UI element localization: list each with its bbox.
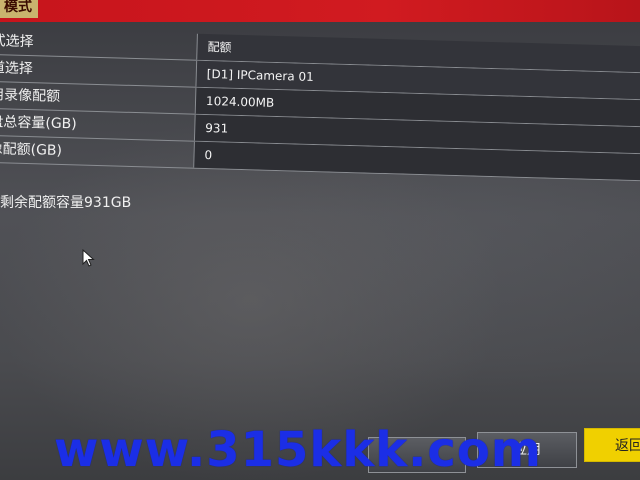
- title-bar: 模式: [0, 0, 640, 22]
- dvr-screen: 模式 式选择 配额 道选择 [D1] IPCamera 01 用录像配额 102…: [0, 0, 640, 480]
- total-capacity-label: 盘总容量(GB): [0, 113, 77, 133]
- mouse-cursor-icon: [82, 249, 95, 267]
- channel-select-label: 道选择: [0, 59, 34, 78]
- remaining-quota-text: 剩余配额容量931GB: [0, 195, 132, 211]
- tab-mode[interactable]: 模式: [0, 0, 38, 18]
- watermark-text: www.315kkk.com: [54, 422, 542, 478]
- used-quota-label: 用录像配额: [0, 86, 61, 105]
- record-quota-label: 像配额(GB): [0, 140, 63, 159]
- mode-select-label: 式选择: [0, 32, 34, 51]
- settings-table: 式选择 配额 道选择 [D1] IPCamera 01 用录像配额 1024.0…: [0, 28, 640, 182]
